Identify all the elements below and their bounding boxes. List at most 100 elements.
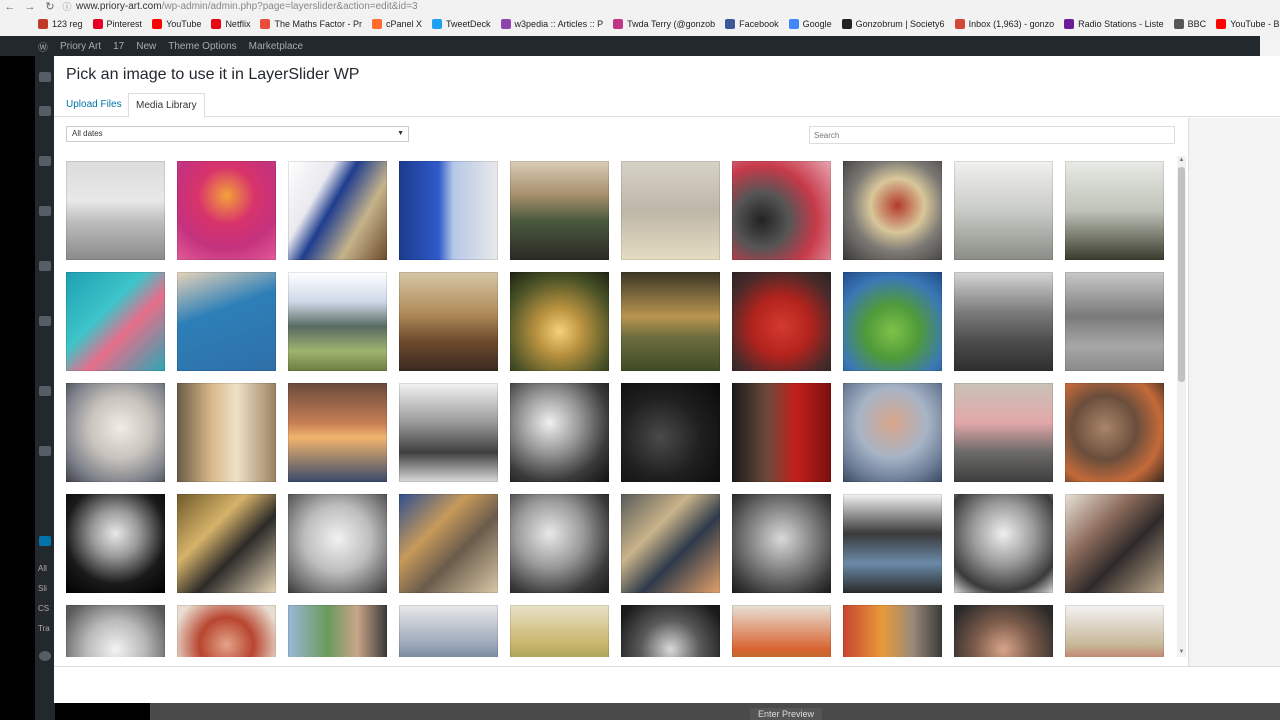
scroll-down-icon[interactable]: ▼ [1177,648,1186,657]
media-thumbnail[interactable] [954,161,1053,260]
pages-icon[interactable] [39,206,51,216]
media-thumbnail[interactable] [177,605,276,657]
users-icon[interactable] [39,386,51,396]
wp-logo-icon[interactable]: Ⓦ [38,39,48,54]
media-thumbnail[interactable] [177,161,276,260]
collapse-menu-icon[interactable] [39,651,51,661]
tab-media-library[interactable]: Media Library [128,93,205,118]
enter-preview-button[interactable]: Enter Preview [750,708,823,720]
comments-count[interactable]: 17 [113,41,124,52]
bookmark-item[interactable]: Inbox (1,963) - gonzo [954,19,1054,29]
media-thumbnail[interactable] [1065,605,1164,657]
bookmark-item[interactable]: BBC [1173,19,1206,29]
media-thumbnail[interactable] [66,383,165,482]
media-thumbnail[interactable] [1065,494,1164,593]
bookmark-item[interactable]: Gonzobrum | Society6 [841,19,945,29]
media-thumbnail[interactable] [399,605,498,657]
media-thumbnail[interactable] [843,161,942,260]
bookmark-item[interactable]: The Maths Factor - Pr [260,19,362,29]
new-button[interactable]: New [136,41,156,52]
media-thumbnail[interactable] [954,383,1053,482]
media-thumbnail[interactable] [399,161,498,260]
sidebar-label-sliders[interactable]: Sli [38,584,47,593]
bookmark-item[interactable]: Twda Terry (@gonzob [613,19,715,29]
search-input[interactable] [809,126,1175,144]
media-thumbnail[interactable] [843,272,942,371]
info-icon[interactable]: ⓘ [60,0,74,13]
media-thumbnail[interactable] [732,494,831,593]
media-thumbnail[interactable] [510,161,609,260]
sidebar-label-all[interactable]: All [38,564,47,573]
media-thumbnail[interactable] [288,605,387,657]
media-thumbnail[interactable] [732,605,831,657]
media-thumbnail[interactable] [177,272,276,371]
bookmark-item[interactable]: w3pedia :: Articles :: P [500,19,603,29]
media-thumbnail[interactable] [1065,272,1164,371]
media-thumbnail[interactable] [732,383,831,482]
media-thumbnail[interactable] [510,494,609,593]
media-thumbnail[interactable] [1065,161,1164,260]
sidebar-label-css[interactable]: CS [38,604,49,613]
media-thumbnail[interactable] [66,605,165,657]
media-icon[interactable] [39,156,51,166]
media-thumbnail[interactable] [1065,383,1164,482]
media-thumbnail[interactable] [621,161,720,260]
marketplace-link[interactable]: Marketplace [249,41,303,52]
plugins-icon[interactable] [39,316,51,326]
media-thumbnail[interactable] [621,383,720,482]
sidebar-label-transitions[interactable]: Tra [38,624,50,633]
scrollbar[interactable]: ▲ ▼ [1177,156,1186,657]
media-thumbnail[interactable] [732,161,831,260]
media-thumbnail[interactable] [399,383,498,482]
comments-icon[interactable] [39,261,51,271]
bookmark-item[interactable]: YouTube [152,19,201,29]
media-thumbnail[interactable] [66,494,165,593]
media-thumbnail[interactable] [954,605,1053,657]
media-thumbnail[interactable] [954,494,1053,593]
media-thumbnail[interactable] [621,494,720,593]
media-thumbnail[interactable] [510,272,609,371]
bookmark-item[interactable]: cPanel X [371,19,422,29]
media-thumbnail[interactable] [510,383,609,482]
media-thumbnail[interactable] [288,383,387,482]
media-thumbnail[interactable] [510,605,609,657]
bookmark-item[interactable]: YouTube - Broadcast [1216,19,1280,29]
posts-icon[interactable] [39,106,51,116]
bookmark-item[interactable]: Radio Stations - Liste [1064,19,1164,29]
back-arrow-icon[interactable]: ← [0,1,20,12]
media-thumbnail[interactable] [288,272,387,371]
bookmark-item[interactable]: Netflix [211,19,250,29]
media-thumbnail[interactable] [177,383,276,482]
forward-arrow-icon[interactable]: → [20,1,40,12]
media-thumbnail[interactable] [399,272,498,371]
layerslider-icon[interactable] [39,536,51,546]
media-thumbnail[interactable] [621,272,720,371]
media-thumbnail[interactable] [732,272,831,371]
media-thumbnail[interactable] [843,383,942,482]
dashboard-icon[interactable] [39,72,51,82]
bookmark-item[interactable]: TweetDeck [432,19,491,29]
bookmark-item[interactable]: Google [788,19,832,29]
media-thumbnail[interactable] [621,605,720,657]
address-bar[interactable]: ← → ↻ ⓘ www.priory-art.com/wp-admin/admi… [0,0,1280,13]
date-filter-select[interactable]: All dates ▼ [66,126,409,142]
bookmark-item[interactable]: Pinterest [92,19,142,29]
reload-icon[interactable]: ↻ [40,1,60,12]
media-thumbnail[interactable] [288,494,387,593]
media-thumbnail[interactable] [66,272,165,371]
theme-options-link[interactable]: Theme Options [168,41,236,52]
tab-upload-files[interactable]: Upload Files [59,93,129,118]
media-thumbnail[interactable] [843,494,942,593]
media-thumbnail[interactable] [288,161,387,260]
site-name[interactable]: Priory Art [60,41,101,52]
media-thumbnail[interactable] [399,494,498,593]
url-text[interactable]: www.priory-art.com/wp-admin/admin.php?pa… [76,1,418,12]
media-thumbnail[interactable] [843,605,942,657]
media-thumbnail[interactable] [66,161,165,260]
tools-icon[interactable] [39,446,51,456]
bookmark-item[interactable]: Facebook [725,19,779,29]
bookmark-item[interactable]: 123 reg [38,19,83,29]
media-thumbnail[interactable] [177,494,276,593]
scroll-up-icon[interactable]: ▲ [1177,156,1186,165]
scrollbar-thumb[interactable] [1178,167,1185,382]
